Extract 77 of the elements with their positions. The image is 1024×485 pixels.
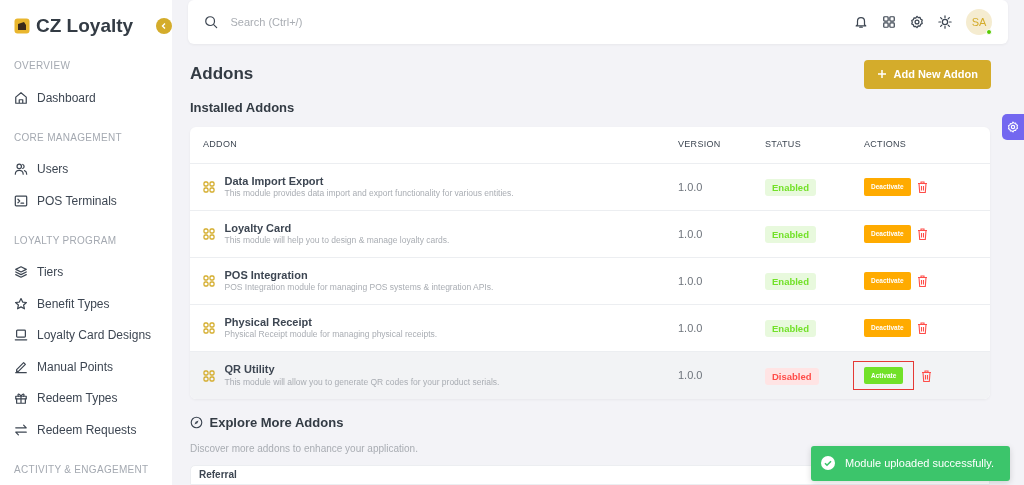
section-label: CORE MANAGEMENT [13, 130, 123, 145]
terminal-icon [14, 193, 28, 208]
settings-icon[interactable] [910, 15, 924, 29]
addon-name: QR Utility [224, 363, 276, 377]
settings-icon [1007, 121, 1019, 133]
brand-name: CZ Loyalty [36, 13, 134, 38]
sidebar-item[interactable]: Manual Points [0, 351, 172, 383]
logo-icon [14, 18, 30, 34]
arrows-icon [14, 422, 28, 437]
status-badge: Enabled [765, 226, 816, 244]
sidebar-item[interactable]: Benefit Types [0, 288, 172, 320]
status-badge: Enabled [765, 273, 816, 291]
gift-icon [14, 391, 28, 406]
section-label: ACTIVITY & ENGAGEMENT [13, 462, 150, 477]
addon-name: Loyalty Card [224, 221, 293, 236]
version-text: 1.0.0 [678, 273, 704, 289]
pen-icon [14, 359, 28, 374]
plus-icon [877, 69, 888, 80]
modules-icon [203, 322, 215, 335]
column-header: VERSION [678, 138, 722, 152]
addon-description: This module will allow you to generate QR codes for your product serials. [224, 376, 500, 388]
sidebar-item[interactable]: POS Terminals [0, 185, 172, 217]
column-header: STATUS [765, 138, 802, 152]
modules-icon [203, 181, 215, 194]
star-icon [14, 296, 28, 311]
status-badge: Disabled [765, 367, 819, 385]
modules-icon [203, 369, 215, 382]
section-label: LOYALTY PROGRAM [13, 233, 118, 248]
bell-icon[interactable] [854, 15, 868, 29]
customizer-tab[interactable] [1002, 114, 1024, 140]
check-circle-icon [821, 456, 835, 471]
chevron-left-icon [160, 22, 168, 30]
trash-icon[interactable] [917, 181, 929, 194]
sidebar-item[interactable]: Redeem Types [0, 382, 172, 414]
sun-icon[interactable] [938, 15, 952, 29]
addon-card-title: Referral [199, 469, 238, 480]
trash-icon[interactable] [917, 228, 929, 241]
section-subtitle: Discover more addons to enhance your application. [190, 441, 419, 456]
sidebar-item[interactable]: Users [0, 153, 172, 185]
addon-name: Data Import Export [224, 174, 325, 189]
section-title: Explore More Addons [209, 415, 344, 431]
trash-icon[interactable] [917, 275, 929, 288]
version-text: 1.0.0 [678, 226, 704, 242]
column-header: ACTIONS [864, 138, 908, 152]
status-badge: Enabled [765, 179, 816, 197]
status-badge: Enabled [765, 320, 816, 338]
toast-message: Module uploaded successfully. [845, 456, 994, 471]
section-label: OVERVIEW [13, 59, 72, 73]
addon-name: Physical Receipt [224, 315, 313, 330]
page-title: Addons [190, 64, 254, 85]
sidebar-item[interactable]: Redeem Requests [0, 414, 172, 446]
trash-icon[interactable] [917, 322, 929, 335]
section-title: Installed Addons [190, 99, 296, 116]
users-icon [14, 162, 28, 177]
addon-description: POS Integration module for managing POS systems & integration APIs. [224, 282, 494, 294]
modules-icon [203, 228, 215, 241]
column-header: ADDON [203, 138, 238, 152]
search-icon [204, 15, 218, 29]
addon-description: This module provides data import and export functionality for various entities. [224, 188, 514, 200]
collapse-button[interactable] [156, 18, 172, 34]
layers-icon [14, 265, 28, 280]
compass-icon [190, 416, 203, 430]
version-text: 1.0.0 [678, 320, 704, 336]
avatar-initials: SA [971, 14, 987, 30]
addon-name: POS Integration [224, 268, 309, 283]
sidebar-item[interactable]: Tiers [0, 256, 172, 288]
addon-description: This module will help you to design & manage loyalty cards. [224, 235, 450, 247]
modules-icon [203, 275, 215, 288]
sidebar-item[interactable]: Dashboard [0, 82, 172, 114]
sidebar-item[interactable]: Loyalty Card Designs [0, 319, 172, 351]
trash-icon[interactable] [920, 369, 932, 382]
version-text: 1.0.0 [678, 179, 704, 195]
version-text: 1.0.0 [678, 368, 704, 384]
addon-description: Physical Receipt module for managing physical receipts. [224, 329, 438, 341]
laptop-icon [14, 328, 28, 343]
house-icon [14, 90, 28, 105]
grid-icon[interactable] [882, 15, 896, 29]
